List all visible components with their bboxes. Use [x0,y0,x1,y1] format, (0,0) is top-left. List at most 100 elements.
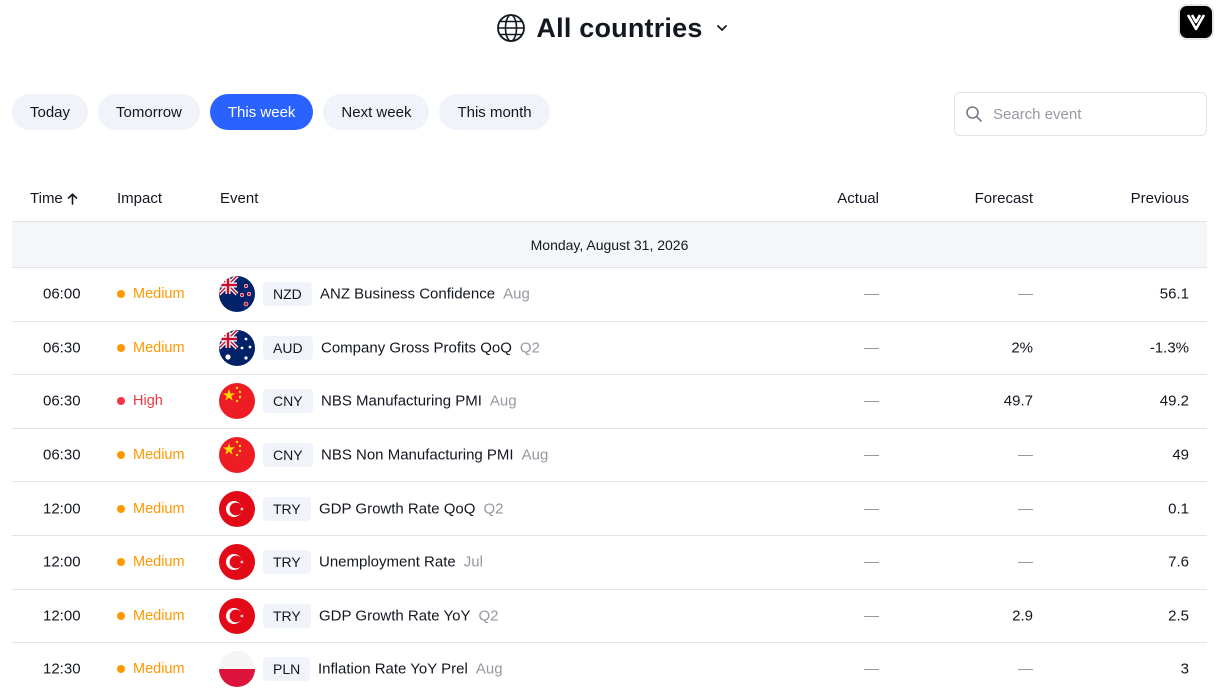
currency-badge: CNY [263,443,313,468]
currency-badge: NZD [263,282,312,307]
table-body: 06:00 Medium NZD ANZ Business Confidence… [12,268,1207,692]
event-name: GDP Growth Rate QoQ [319,500,476,518]
tr-flag-icon [219,597,255,634]
table-row[interactable]: 12:00 Medium TRY Unemployment Rate Jul —… [12,536,1207,590]
table-row[interactable]: 06:00 Medium NZD ANZ Business Confidence… [12,268,1207,322]
tab-next-week[interactable]: Next week [323,94,430,130]
country-selector[interactable]: All countries [496,13,728,44]
column-previous-header: Previous [1130,190,1189,207]
table-row[interactable]: 06:30 Medium CNY NBS Non Manufacturing P… [12,429,1207,483]
event-title[interactable]: Inflation Rate YoY Prel Aug [318,661,503,678]
previous-value: 49 [1172,446,1189,464]
event-name: NBS Non Manufacturing PMI [321,446,514,464]
previous-value: 7.6 [1168,553,1189,571]
actual-value: — [864,339,879,357]
actual-value: — [864,660,879,678]
search-input[interactable] [993,105,1183,123]
previous-value: 56.1 [1159,285,1189,303]
actual-value: — [864,446,879,464]
currency-badge: PLN [263,657,311,682]
impact-label: Medium [133,447,185,464]
impact-level: Medium [117,554,185,570]
event-name: ANZ Business Confidence [320,285,496,303]
event-period: Q2 [519,339,540,357]
impact-dot-icon [117,451,125,460]
event-time: 12:00 [43,553,81,571]
impact-level: Medium [117,340,185,356]
previous-value: 2.5 [1168,607,1189,625]
globe-icon [497,14,526,42]
currency-badge: CNY [263,389,313,414]
impact-level: Medium [117,608,185,624]
event-period: Q2 [478,607,499,625]
event-period: Aug [521,446,549,464]
impact-dot-icon [117,665,125,674]
event-title[interactable]: NBS Manufacturing PMI Aug [321,393,517,410]
event-period: Aug [503,285,530,303]
impact-dot-icon [117,290,125,299]
forecast-value: — [1018,500,1033,518]
previous-value: -1.3% [1149,339,1189,357]
chevron-down-icon [716,25,727,31]
event-time: 06:30 [43,392,81,410]
column-time-label: Time [30,190,63,207]
impact-label: Medium [133,500,185,517]
currency-badge: AUD [263,335,313,360]
event-name: NBS Manufacturing PMI [321,392,482,410]
impact-level: High [117,393,163,409]
forecast-value: 2.9 [1012,607,1033,625]
forecast-value: — [1018,285,1033,303]
page-title: All countries [536,12,703,43]
pl-flag-icon [219,651,255,688]
previous-value: 49.2 [1159,392,1189,410]
event-name: Unemployment Rate [319,553,456,571]
table-row[interactable]: 12:30 Medium PLN Inflation Rate YoY Prel… [12,643,1207,692]
column-actual-header: Actual [837,190,879,207]
actual-value: — [864,285,879,303]
actual-value: — [864,500,879,518]
currency-badge: TRY [263,550,311,575]
table-row[interactable]: 06:30 Medium AUD Company Gross Profits Q… [12,322,1207,376]
impact-level: Medium [117,501,185,517]
actual-value: — [864,607,879,625]
impact-label: Medium [133,661,185,678]
impact-dot-icon [117,504,125,513]
page-header: All countries [0,8,1225,48]
impact-dot-icon [117,558,125,567]
event-time: 06:30 [43,446,81,464]
nz-flag-icon [219,276,255,313]
event-period: Aug [489,392,517,410]
event-name: Inflation Rate YoY Prel [318,660,468,678]
impact-label: Medium [133,286,185,303]
event-period: Aug [475,660,503,678]
currency-badge: TRY [263,603,311,628]
impact-dot-icon [117,397,125,406]
event-title[interactable]: NBS Non Manufacturing PMI Aug [321,447,548,464]
event-title[interactable]: GDP Growth Rate YoY Q2 [319,607,499,624]
forecast-value: — [1018,446,1033,464]
forecast-value: 49.7 [1003,392,1033,410]
event-name: Company Gross Profits QoQ [321,339,512,357]
impact-label: Medium [133,554,185,571]
tab-this-week[interactable]: This week [209,94,314,130]
arrow-up-icon [67,192,78,205]
event-time: 12:00 [43,500,81,518]
column-impact-header: Impact [117,190,163,207]
tab-today[interactable]: Today [12,94,89,130]
event-title[interactable]: GDP Growth Rate QoQ Q2 [319,500,503,517]
tab-this-month[interactable]: This month [439,94,550,130]
event-name: GDP Growth Rate YoY [319,607,471,625]
table-row[interactable]: 06:30 High CNY NBS Manufacturing PMI Aug… [12,375,1207,429]
search-box[interactable] [954,92,1207,136]
event-period: Jul [463,553,483,571]
impact-label: Medium [133,339,185,356]
event-title[interactable]: ANZ Business Confidence Aug [320,286,530,303]
tab-tomorrow[interactable]: Tomorrow [98,94,200,130]
table-row[interactable]: 12:00 Medium TRY GDP Growth Rate YoY Q2 … [12,590,1207,644]
impact-label: High [133,393,163,410]
app-logo-icon[interactable] [1180,6,1212,38]
event-title[interactable]: Company Gross Profits QoQ Q2 [321,339,540,356]
column-time-header[interactable]: Time [30,190,78,207]
event-title[interactable]: Unemployment Rate Jul [319,554,483,571]
table-row[interactable]: 12:00 Medium TRY GDP Growth Rate QoQ Q2 … [12,482,1207,536]
